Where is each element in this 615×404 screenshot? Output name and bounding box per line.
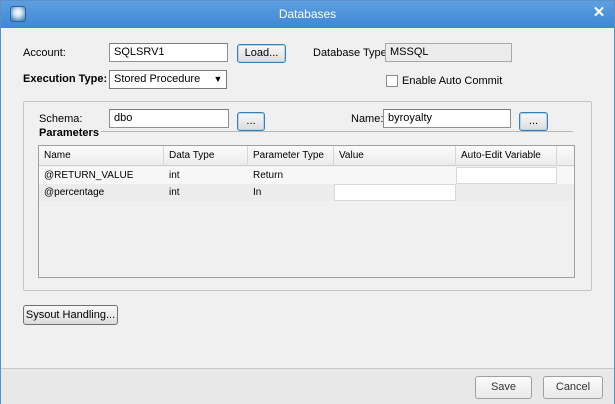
column-header-data-type[interactable]: Data Type — [164, 146, 248, 166]
schema-browse-button[interactable]: ... — [237, 112, 265, 131]
param-auto-edit-cell[interactable] — [456, 184, 557, 201]
param-type-cell: In — [253, 187, 262, 198]
dialog-footer: Save Cancel — [1, 368, 614, 404]
execution-type-select[interactable]: Stored Procedure ▼ — [109, 70, 227, 89]
account-label: Account: — [23, 47, 66, 59]
column-header-parameter-type[interactable]: Parameter Type — [248, 146, 334, 166]
name-label: Name: — [351, 113, 384, 125]
param-name-cell: @percentage — [44, 187, 105, 198]
database-type-label: Database Type: — [313, 47, 390, 59]
schema-field[interactable]: dbo — [109, 109, 229, 128]
load-button[interactable]: Load... — [237, 44, 286, 63]
parameters-title: Parameters — [39, 127, 99, 139]
param-name-cell: @RETURN_VALUE — [44, 170, 134, 181]
name-field[interactable]: byroyalty — [383, 109, 511, 128]
column-header-name[interactable]: Name — [39, 146, 164, 166]
window-title: Databases — [278, 7, 337, 21]
param-value-cell[interactable] — [334, 184, 456, 201]
table-header: Name Data Type Parameter Type Value Auto… — [39, 146, 574, 166]
table-row[interactable]: @RETURN_VALUE int Return — [39, 167, 574, 184]
cancel-button[interactable]: Cancel — [543, 376, 603, 399]
execution-type-label: Execution Type: — [23, 73, 108, 85]
column-header-auto-edit[interactable]: Auto-Edit Variable — [456, 146, 557, 166]
parameters-divider — [101, 131, 573, 132]
param-type-cell: Return — [253, 170, 284, 181]
column-header-value[interactable]: Value — [334, 146, 456, 166]
name-browse-button[interactable]: ... — [519, 112, 548, 131]
database-type-field: MSSQL — [385, 43, 512, 62]
chevron-down-icon: ▼ — [213, 74, 223, 84]
param-value-cell[interactable] — [334, 167, 456, 184]
auto-commit-label: Enable Auto Commit — [402, 75, 503, 87]
close-icon[interactable]: ✕ — [590, 4, 608, 22]
schema-label: Schema: — [39, 113, 83, 125]
execution-type-value: Stored Procedure — [114, 73, 201, 85]
param-data-type-cell: int — [169, 187, 180, 198]
save-button[interactable]: Save — [475, 376, 532, 399]
account-field[interactable]: SQLSRV1 — [109, 43, 228, 62]
auto-commit-checkbox[interactable] — [386, 75, 398, 87]
title-bar[interactable]: Databases ✕ — [1, 1, 614, 28]
parameters-table[interactable]: Name Data Type Parameter Type Value Auto… — [38, 145, 575, 278]
param-data-type-cell: int — [169, 170, 180, 181]
sysout-handling-button[interactable]: Sysout Handling... — [23, 305, 118, 325]
param-auto-edit-cell[interactable] — [456, 167, 557, 184]
table-row[interactable]: @percentage int In — [39, 184, 574, 201]
databases-dialog: Databases ✕ Account: SQLSRV1 Load... Dat… — [0, 0, 615, 404]
